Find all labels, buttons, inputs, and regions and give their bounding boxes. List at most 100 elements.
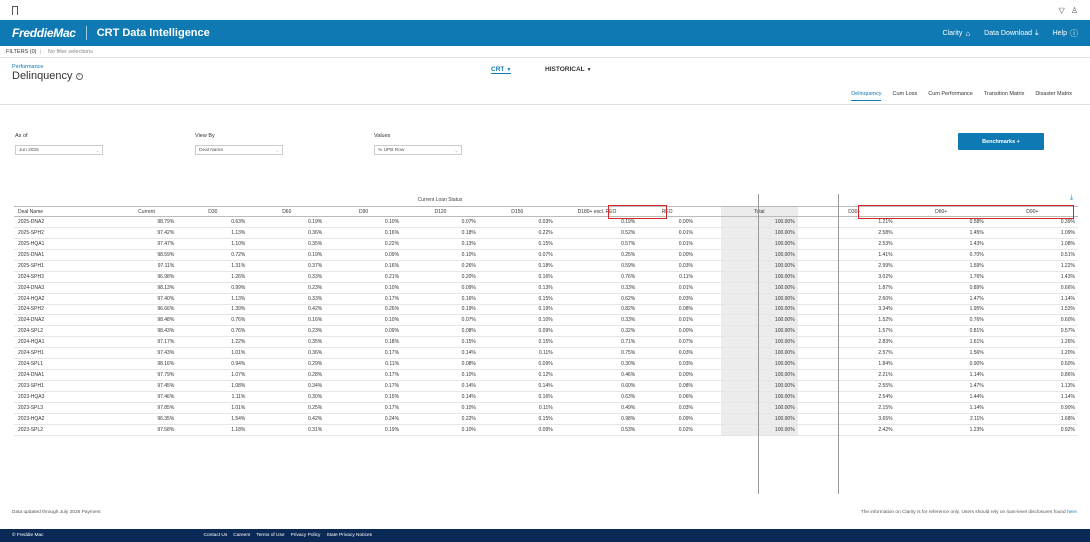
- cell-d90: 0.18%: [384, 339, 400, 346]
- table-row[interactable]: 2024-DNA2 98.48% 0.76% 0.16% 0.10% 0.07% 0.10%…: [14, 315, 1078, 327]
- filter-icon[interactable]: ▽: [1059, 6, 1065, 15]
- view-by-select[interactable]: Deal Name ⌵: [195, 145, 283, 155]
- table-row[interactable]: 2025-SPH2 97.42% 1.13% 0.36% 0.16% 0.18% 0.22%…: [14, 227, 1078, 239]
- nav-clarity[interactable]: Clarity ⌂: [942, 29, 970, 38]
- user-icon[interactable]: ♙: [1071, 6, 1078, 15]
- benchmarks-button[interactable]: Benchmarks +: [958, 133, 1044, 150]
- cell-deal-name: 2024-DNA3: [18, 284, 45, 291]
- cell-d30-plus: 1.21%: [878, 218, 893, 225]
- values-select[interactable]: % UPB Row ⌵: [374, 145, 462, 155]
- filters-label[interactable]: FILTERS (0): [6, 49, 36, 55]
- footer-link-terms[interactable]: Terms of Use: [256, 533, 284, 538]
- table-row[interactable]: 2024-SPH2 96.66% 1.39% 0.42% 0.26% 0.19% 0.19%…: [14, 304, 1078, 316]
- chevron-down-icon: ⌵: [454, 147, 458, 153]
- cell-d180-excl-reo: 0.60%: [621, 383, 636, 390]
- cell-d90: 0.10%: [384, 284, 400, 291]
- info-icon[interactable]: i: [75, 72, 83, 80]
- header-nav: Clarity ⌂ Data Download ⤓ Help ⓘ: [942, 28, 1078, 39]
- table-row[interactable]: 2024-SPL2 98.43% 0.76% 0.23% 0.09% 0.08% 0.09%…: [14, 326, 1078, 338]
- cell-d120: 0.22%: [461, 415, 476, 422]
- footer-link-careers[interactable]: Careers: [233, 533, 250, 538]
- cell-d90: 0.10%: [384, 317, 400, 324]
- table-row[interactable]: 2023-HQA2 96.35% 1.54% 0.42% 0.24% 0.22% 0.15%…: [14, 413, 1078, 425]
- disclaimer-text: The information on Clarity is for refere…: [860, 510, 1066, 515]
- cell-d30-plus: 2.42%: [878, 426, 893, 433]
- table-row[interactable]: 2023-SPH1 97.45% 1.08% 0.34% 0.17% 0.14% 0.14%…: [14, 381, 1078, 392]
- footer-link-privacy[interactable]: Privacy Policy: [291, 533, 321, 538]
- cell-d60-plus: 1.61%: [969, 339, 984, 346]
- cell-d90-plus: 0.60%: [1060, 361, 1075, 368]
- cell-deal-name: 2025-HQA1: [18, 240, 45, 247]
- cell-reo: 0.00%: [678, 328, 693, 335]
- nav-help-label: Help: [1052, 29, 1067, 37]
- page-title-block: Performance Delinquency i: [12, 64, 83, 82]
- col-d90[interactable]: D90: [325, 209, 402, 215]
- cell-deal-name: 2024-SPH3: [18, 273, 44, 280]
- footer-link-state-privacy[interactable]: State Privacy Notices: [326, 533, 372, 538]
- cell-d90-plus: 1.09%: [1060, 229, 1075, 236]
- tab-delinquency[interactable]: Delinquency: [851, 91, 882, 101]
- cell-current: 96.35%: [157, 415, 175, 422]
- cell-d120: 0.14%: [461, 383, 476, 390]
- cell-d150: 0.16%: [538, 393, 553, 400]
- cell-d90: 0.10%: [384, 218, 400, 225]
- footer-link-contact[interactable]: Contact Us: [204, 533, 228, 538]
- mode-crt-label: CRT: [491, 66, 505, 73]
- cell-deal-name: 2023-SPH1: [18, 383, 44, 390]
- mode-crt-dropdown[interactable]: CRT ▼: [491, 66, 512, 74]
- col-d60[interactable]: D60: [248, 209, 325, 215]
- cell-d30: 0.99%: [231, 284, 246, 291]
- cell-d60-plus: 1.44%: [969, 393, 984, 400]
- cell-d90: 0.17%: [384, 372, 400, 379]
- col-total[interactable]: Total: [720, 207, 798, 216]
- as-of-select[interactable]: Jun 2026 ⌵: [15, 145, 103, 155]
- table-row[interactable]: 2023-HQA3 97.46% 1.11% 0.30% 0.15% 0.14% 0.16%…: [14, 392, 1078, 403]
- tab-disaster-matrix[interactable]: Disaster Matrix: [1035, 91, 1072, 101]
- tab-cum-loss[interactable]: Cum Loss: [892, 91, 917, 101]
- col-d120[interactable]: D120: [402, 209, 479, 215]
- mode-historical-dropdown[interactable]: HISTORICAL ▼: [545, 66, 592, 73]
- table-row[interactable]: 2024-DNA3 98.13% 0.99% 0.23% 0.10% 0.09% 0.13%…: [14, 282, 1078, 294]
- nav-data-download[interactable]: Data Download ⤓: [984, 28, 1038, 38]
- cell-d60: 0.42%: [308, 306, 323, 313]
- col-current[interactable]: Current: [116, 209, 178, 215]
- cell-total: 100.00%: [720, 271, 798, 282]
- table-row[interactable]: 2023-SPL3 97.85% 1.01% 0.25% 0.17% 0.10% 0.11%…: [14, 402, 1078, 414]
- cell-d90-plus: 1.08%: [1060, 240, 1075, 247]
- cell-d30-plus: 2.58%: [878, 229, 893, 236]
- tab-transition-matrix[interactable]: Transition Matrix: [984, 91, 1024, 101]
- tab-cum-performance[interactable]: Cum Performance: [928, 91, 973, 101]
- table-row[interactable]: 2025-SPH1 97.11% 1.31% 0.37% 0.16% 0.26% 0.18%…: [14, 260, 1078, 272]
- table-row[interactable]: 2024-HQA1 97.17% 1.22% 0.35% 0.18% 0.15% 0.15%…: [14, 337, 1078, 349]
- cell-d90-plus: 0.60%: [1060, 317, 1075, 324]
- cell-deal-name: 2025-DNA2: [18, 218, 45, 225]
- cell-d60-plus: 1.14%: [969, 404, 984, 411]
- table-row[interactable]: 2024-SPH1 97.43% 1.01% 0.36% 0.17% 0.14% 0.11%…: [14, 348, 1078, 360]
- table-row[interactable]: 2025-DNA1 98.59% 0.72% 0.19% 0.09% 0.10% 0.07%…: [14, 249, 1078, 261]
- table-row[interactable]: 2023-SPL2 97.58% 1.18% 0.31% 0.19% 0.10% 0.09%…: [14, 424, 1078, 436]
- col-d150[interactable]: D150: [479, 209, 556, 215]
- values-control: Values % UPB Row ⌵: [374, 133, 462, 155]
- cell-deal-name: 2024-DNA2: [18, 317, 45, 324]
- cell-d150: 0.09%: [538, 361, 553, 368]
- col-d30[interactable]: D30: [177, 209, 248, 215]
- cell-d60-plus: 0.90%: [969, 361, 984, 368]
- cell-d120: 0.10%: [461, 251, 476, 258]
- table-row[interactable]: 2024-SPL1 98.16% 0.94% 0.29% 0.11% 0.08% 0.09%…: [14, 359, 1078, 371]
- table-row[interactable]: 2025-HQA1 97.47% 1.10% 0.35% 0.22% 0.13% 0.15%…: [14, 238, 1078, 250]
- cell-d120: 0.07%: [461, 317, 476, 324]
- as-of-control: As of Jun 2026 ⌵: [15, 133, 103, 155]
- table-row[interactable]: 2024-DNA1 97.79% 1.07% 0.28% 0.17% 0.10% 0.12%…: [14, 370, 1078, 382]
- col-deal-name[interactable]: Deal Name: [14, 209, 116, 215]
- bookmark-icon[interactable]: [12, 5, 18, 18]
- disclaimer-link[interactable]: here.: [1067, 510, 1078, 515]
- cell-d120: 0.10%: [461, 426, 476, 433]
- cell-d120: 0.08%: [461, 328, 476, 335]
- freddie-mac-logo[interactable]: FreddieMac: [12, 26, 76, 40]
- table-row[interactable]: 2024-SPH3 96.98% 1.26% 0.33% 0.21% 0.20% 0.16%…: [14, 271, 1078, 283]
- table-row[interactable]: 2024-HQA2 97.40% 1.13% 0.33% 0.17% 0.16% 0.15%…: [14, 293, 1078, 305]
- nav-help[interactable]: Help ⓘ: [1053, 28, 1078, 39]
- cell-d60-plus: 0.58%: [969, 218, 984, 225]
- cell-d60: 0.36%: [308, 229, 323, 236]
- cell-d30: 1.11%: [231, 393, 246, 400]
